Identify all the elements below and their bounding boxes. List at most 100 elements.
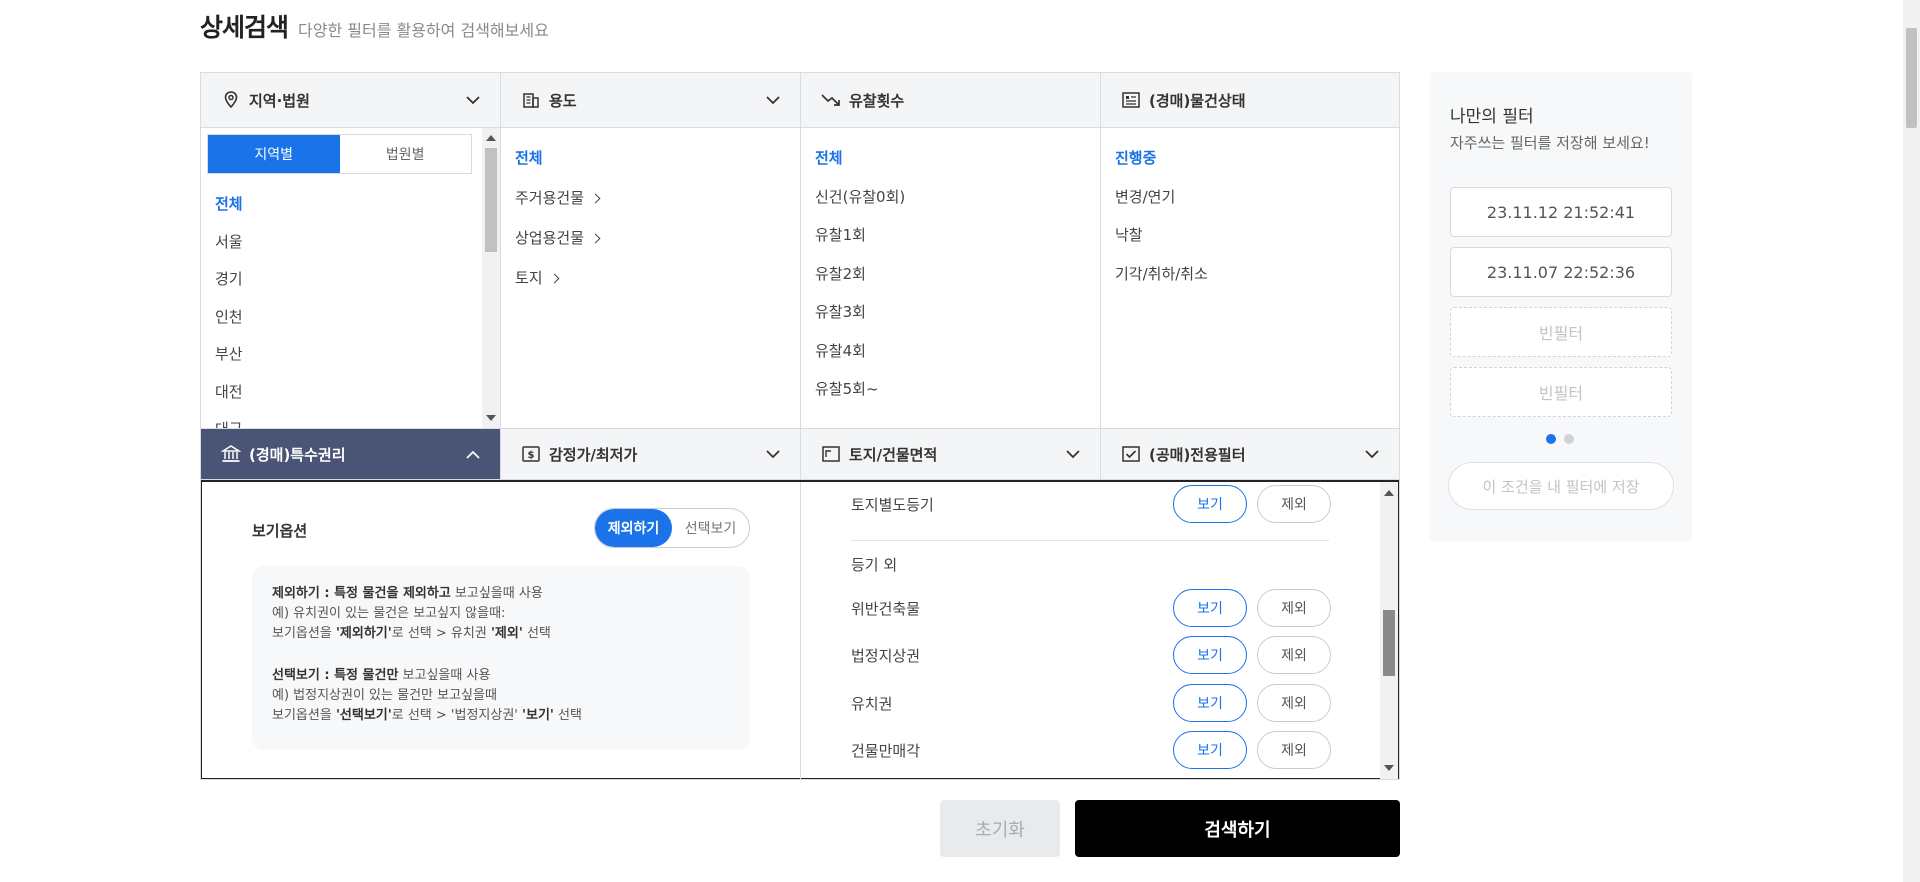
checkbox-icon (1121, 444, 1141, 464)
my-filter-subtitle: 자주쓰는 필터를 저장해 보세요! (1450, 134, 1650, 152)
help-line: 선택보기 : 특정 물건만 보고싶을때 사용 (272, 666, 730, 686)
scroll-thumb[interactable] (1383, 610, 1395, 676)
usage-column: 전체 주거용건물 상업용건물 토지 (501, 128, 801, 428)
view-option-toggle: 제외하기 선택보기 (594, 508, 750, 548)
save-filter-button[interactable]: 이 조건을 내 필터에 저장 (1448, 462, 1674, 510)
page-dot[interactable] (1564, 434, 1574, 444)
chevron-up-icon (466, 447, 480, 461)
usage-item-residential[interactable]: 주거용건물 (515, 186, 786, 226)
help-line: 보기옵션을 '선택보기'로 선택 > '법정지상권' '보기' 선택 (272, 706, 730, 726)
see-button[interactable]: 보기 (1173, 731, 1247, 769)
help-text: 로 선택 > 유치권 (391, 626, 491, 641)
special-rights-panel: 보기옵션 제외하기 선택보기 제외하기 : 특정 물건을 제외하고 보고싶을때 … (201, 480, 1399, 779)
region-column: 지역별 법원별 전체 서울 경기 인천 부산 대전 대구 (201, 128, 501, 428)
header-auction-status[interactable]: (경매)물건상태 (1101, 73, 1399, 128)
search-button[interactable]: 검색하기 (1075, 800, 1400, 857)
help-bold: '보기' (522, 708, 554, 723)
header-area[interactable]: 토지/건물면적 (801, 428, 1101, 480)
scroll-down-arrow-icon[interactable] (486, 415, 496, 421)
header-region-label: 지역·법원 (249, 91, 310, 110)
help-bold: '제외하기' (335, 626, 392, 641)
scroll-thumb[interactable] (485, 148, 497, 252)
scroll-up-arrow-icon[interactable] (1384, 490, 1394, 496)
header-auction-status-label: (경매)물건상태 (1149, 91, 1246, 110)
failed-bids-item-all[interactable]: 전체 (815, 146, 1086, 185)
usage-item-commercial-label: 상업용건물 (515, 229, 585, 247)
failed-bids-item-4[interactable]: 유찰4회 (815, 339, 1086, 378)
region-item-incheon[interactable]: 인천 (215, 305, 486, 343)
exclude-button[interactable]: 제외 (1257, 485, 1331, 523)
empty-filter-slot[interactable]: 빈필터 (1450, 307, 1672, 357)
divider (851, 540, 1329, 541)
failed-bids-item-3[interactable]: 유찰3회 (815, 300, 1086, 339)
header-special-rights-label: (경매)특수권리 (249, 445, 346, 464)
exclude-button[interactable]: 제외 (1257, 731, 1331, 769)
my-filter-panel: 나만의 필터 자주쓰는 필터를 저장해 보세요! 23.11.12 21:52:… (1430, 72, 1692, 542)
help-gap (272, 644, 730, 666)
scroll-down-arrow-icon[interactable] (1384, 765, 1394, 771)
see-button[interactable]: 보기 (1173, 636, 1247, 674)
page-dot-active[interactable] (1546, 434, 1556, 444)
section-label-other: 등기 외 (851, 556, 898, 574)
chevron-down-icon (1365, 447, 1379, 461)
view-option-label: 보기옵션 (252, 522, 308, 540)
auction-status-list: 진행중 변경/연기 낙찰 기각/취하/취소 (1101, 128, 1399, 318)
saved-filter-slot[interactable]: 23.11.12 21:52:41 (1450, 187, 1672, 237)
region-scrollbar[interactable] (482, 128, 500, 428)
region-item-daejeon[interactable]: 대전 (215, 380, 486, 418)
saved-filter-slot[interactable]: 23.11.07 22:52:36 (1450, 247, 1672, 297)
header-failed-bids[interactable]: 유찰횟수 (801, 73, 1101, 128)
header-special-rights[interactable]: (경매)특수권리 (201, 428, 501, 480)
header-appraisal[interactable]: $ 감정가/최저가 (501, 428, 801, 480)
failed-bids-item-1[interactable]: 유찰1회 (815, 223, 1086, 262)
exclude-button[interactable]: 제외 (1257, 684, 1331, 722)
auction-status-column: 진행중 변경/연기 낙찰 기각/취하/취소 (1101, 128, 1399, 428)
failed-bids-item-5plus[interactable]: 유찰5회~ (815, 377, 1086, 416)
region-item-busan[interactable]: 부산 (215, 342, 486, 380)
rights-row: 법정지상권 보기 제외 (851, 635, 1331, 675)
help-bold: 제외하기 : 특정 물건을 제외하고 (272, 586, 451, 601)
region-list: 전체 서울 경기 인천 부산 대전 대구 (201, 174, 500, 428)
failed-bids-item-2[interactable]: 유찰2회 (815, 262, 1086, 301)
header-region[interactable]: 지역·법원 (201, 73, 501, 128)
scroll-up-arrow-icon[interactable] (486, 135, 496, 141)
chevron-right-icon (590, 233, 601, 244)
tab-by-region[interactable]: 지역별 (208, 135, 340, 173)
status-item-dismissed[interactable]: 기각/취하/취소 (1115, 262, 1385, 301)
region-item-seoul[interactable]: 서울 (215, 230, 486, 268)
exclude-button[interactable]: 제외 (1257, 636, 1331, 674)
see-button[interactable]: 보기 (1173, 485, 1247, 523)
tab-by-court[interactable]: 법원별 (339, 135, 471, 173)
region-item-all[interactable]: 전체 (215, 192, 486, 230)
usage-item-all[interactable]: 전체 (515, 146, 786, 186)
header-usage[interactable]: 용도 (501, 73, 801, 128)
header-public-sale[interactable]: (공매)전용필터 (1101, 428, 1399, 480)
empty-filter-slot[interactable]: 빈필터 (1450, 367, 1672, 417)
region-item-gyeonggi[interactable]: 경기 (215, 267, 486, 305)
reset-button[interactable]: 초기화 (940, 800, 1060, 857)
status-item-changed[interactable]: 변경/연기 (1115, 185, 1385, 224)
exclude-button[interactable]: 제외 (1257, 589, 1331, 627)
header-area-label: 토지/건물면적 (849, 445, 938, 464)
page-scroll-thumb[interactable] (1906, 28, 1917, 128)
rights-row-label: 법정지상권 (851, 646, 921, 665)
toggle-exclude[interactable]: 제외하기 (595, 509, 672, 547)
see-button[interactable]: 보기 (1173, 589, 1247, 627)
rights-row-label: 위반건축물 (851, 599, 921, 618)
usage-item-commercial[interactable]: 상업용건물 (515, 226, 786, 266)
region-item-daegu[interactable]: 대구 (215, 417, 486, 428)
usage-item-land[interactable]: 토지 (515, 266, 786, 306)
page-scrollbar[interactable] (1903, 0, 1920, 882)
title-row: 상세검색 다양한 필터를 활용하여 검색해보세요 (200, 8, 549, 44)
toggle-select[interactable]: 선택보기 (672, 509, 749, 547)
rights-row-label: 토지별도등기 (851, 495, 934, 514)
rights-scrollbar[interactable] (1380, 482, 1398, 779)
rights-row: 건물만매각 보기 제외 (851, 730, 1331, 770)
status-item-in-progress[interactable]: 진행중 (1115, 146, 1385, 185)
usage-item-land-label: 토지 (515, 269, 543, 287)
chevron-down-icon (1066, 447, 1080, 461)
see-button[interactable]: 보기 (1173, 684, 1247, 722)
help-line: 보기옵션을 '제외하기'로 선택 > 유치권 '제외' 선택 (272, 624, 730, 644)
status-item-sold[interactable]: 낙찰 (1115, 223, 1385, 262)
failed-bids-item-new[interactable]: 신건(유찰0회) (815, 185, 1086, 224)
